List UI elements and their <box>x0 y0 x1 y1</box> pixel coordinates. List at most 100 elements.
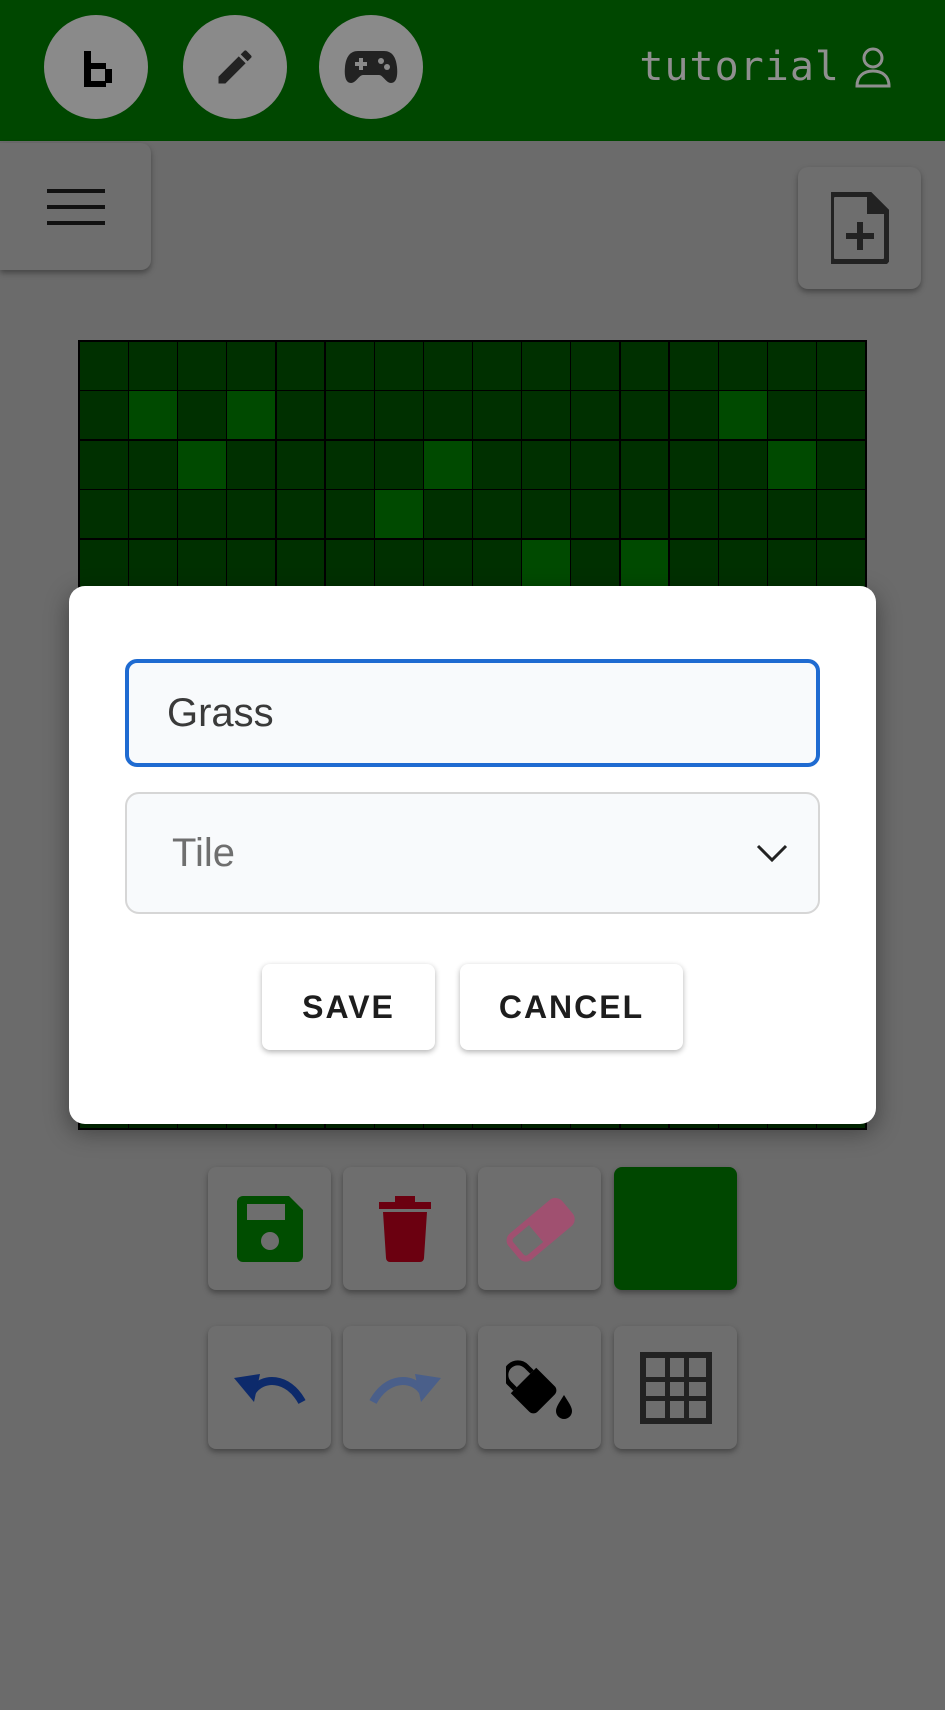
pixel-cell[interactable] <box>669 490 718 539</box>
pixel-cell[interactable] <box>522 539 571 588</box>
pixel-cell[interactable] <box>768 342 816 391</box>
pixel-cell[interactable] <box>129 391 177 440</box>
pixel-cell[interactable] <box>768 539 816 588</box>
save-tool-button[interactable] <box>208 1167 331 1290</box>
pixel-cell[interactable] <box>424 440 472 489</box>
pixel-cell[interactable] <box>374 539 423 588</box>
pixel-cell[interactable] <box>276 490 325 539</box>
pixel-cell[interactable] <box>669 539 718 588</box>
pixel-cell[interactable] <box>768 490 816 539</box>
pixel-cell[interactable] <box>620 440 669 489</box>
pixel-cell[interactable] <box>227 440 276 489</box>
pixel-cell[interactable] <box>227 391 276 440</box>
pixel-cell[interactable] <box>325 342 374 391</box>
pixel-cell[interactable] <box>374 440 423 489</box>
pixel-cell[interactable] <box>129 539 177 588</box>
paint-bucket-icon <box>505 1359 572 1419</box>
pixel-cell[interactable] <box>424 391 472 440</box>
pixel-cell[interactable] <box>571 391 620 440</box>
pixel-cell[interactable] <box>718 342 767 391</box>
pixel-cell[interactable] <box>669 391 718 440</box>
pixel-cell[interactable] <box>571 440 620 489</box>
pixel-cell[interactable] <box>129 342 177 391</box>
pixel-cell[interactable] <box>620 342 669 391</box>
pixel-cell[interactable] <box>669 342 718 391</box>
pixel-cell[interactable] <box>473 490 521 539</box>
pixel-cell[interactable] <box>473 539 521 588</box>
pixel-cell[interactable] <box>325 391 374 440</box>
pixel-cell[interactable] <box>178 490 227 539</box>
pixel-cell[interactable] <box>768 391 816 440</box>
pixel-cell[interactable] <box>571 342 620 391</box>
pixel-cell[interactable] <box>718 440 767 489</box>
pixel-cell[interactable] <box>424 539 472 588</box>
pixel-cell[interactable] <box>276 342 325 391</box>
pixel-cell[interactable] <box>718 391 767 440</box>
pixel-cell[interactable] <box>817 391 865 440</box>
pixel-cell[interactable] <box>374 490 423 539</box>
save-button[interactable]: SAVE <box>262 964 435 1050</box>
type-select[interactable]: Tile <box>125 792 820 914</box>
pixel-cell[interactable] <box>620 490 669 539</box>
pixel-cell[interactable] <box>227 490 276 539</box>
pixel-cell[interactable] <box>129 440 177 489</box>
pixel-cell[interactable] <box>227 342 276 391</box>
pixel-cell[interactable] <box>178 342 227 391</box>
pixel-cell[interactable] <box>817 490 865 539</box>
eraser-tool-button[interactable] <box>478 1167 601 1290</box>
delete-tool-button[interactable] <box>343 1167 466 1290</box>
pixel-cell[interactable] <box>768 440 816 489</box>
pixel-cell[interactable] <box>522 342 571 391</box>
pixel-cell[interactable] <box>620 391 669 440</box>
new-file-button[interactable] <box>798 167 921 289</box>
pixel-cell[interactable] <box>424 490 472 539</box>
redo-tool-button[interactable] <box>343 1326 466 1449</box>
pixel-cell[interactable] <box>80 539 128 588</box>
pixel-cell[interactable] <box>473 391 521 440</box>
gamepad-icon <box>344 51 398 83</box>
editor-nav-button[interactable] <box>183 15 287 119</box>
pixel-cell[interactable] <box>817 539 865 588</box>
pixel-cell[interactable] <box>817 440 865 489</box>
pixel-cell[interactable] <box>325 539 374 588</box>
pixel-cell[interactable] <box>522 490 571 539</box>
menu-button[interactable] <box>0 143 151 270</box>
pixel-cell[interactable] <box>129 490 177 539</box>
pixel-cell[interactable] <box>522 440 571 489</box>
pixel-cell[interactable] <box>276 539 325 588</box>
pixel-cell[interactable] <box>80 391 128 440</box>
pixel-cell[interactable] <box>325 440 374 489</box>
pixel-cell[interactable] <box>227 539 276 588</box>
pixel-cell[interactable] <box>374 342 423 391</box>
pixel-cell[interactable] <box>571 539 620 588</box>
logo-button[interactable] <box>44 15 148 119</box>
pixel-cell[interactable] <box>669 440 718 489</box>
play-nav-button[interactable] <box>319 15 423 119</box>
pixel-cell[interactable] <box>473 342 521 391</box>
pixel-cell[interactable] <box>718 490 767 539</box>
pixel-cell[interactable] <box>424 342 472 391</box>
pixel-cell[interactable] <box>473 440 521 489</box>
pixel-cell[interactable] <box>620 539 669 588</box>
pixel-cell[interactable] <box>80 342 128 391</box>
pixel-cell[interactable] <box>178 440 227 489</box>
fill-tool-button[interactable] <box>478 1326 601 1449</box>
undo-tool-button[interactable] <box>208 1326 331 1449</box>
pixel-cell[interactable] <box>80 490 128 539</box>
grid-toggle-button[interactable] <box>614 1326 737 1449</box>
pixel-cell[interactable] <box>571 490 620 539</box>
current-color-swatch[interactable] <box>614 1167 737 1290</box>
pixel-cell[interactable] <box>178 539 227 588</box>
name-input[interactable] <box>125 659 820 767</box>
pixel-cell[interactable] <box>276 440 325 489</box>
pixel-cell[interactable] <box>817 342 865 391</box>
user-account[interactable]: tutorial <box>639 44 892 90</box>
pixel-cell[interactable] <box>276 391 325 440</box>
pixel-cell[interactable] <box>178 391 227 440</box>
pixel-cell[interactable] <box>80 440 128 489</box>
cancel-button[interactable]: CANCEL <box>460 964 683 1050</box>
pixel-cell[interactable] <box>718 539 767 588</box>
pixel-cell[interactable] <box>325 490 374 539</box>
pixel-cell[interactable] <box>374 391 423 440</box>
pixel-cell[interactable] <box>522 391 571 440</box>
